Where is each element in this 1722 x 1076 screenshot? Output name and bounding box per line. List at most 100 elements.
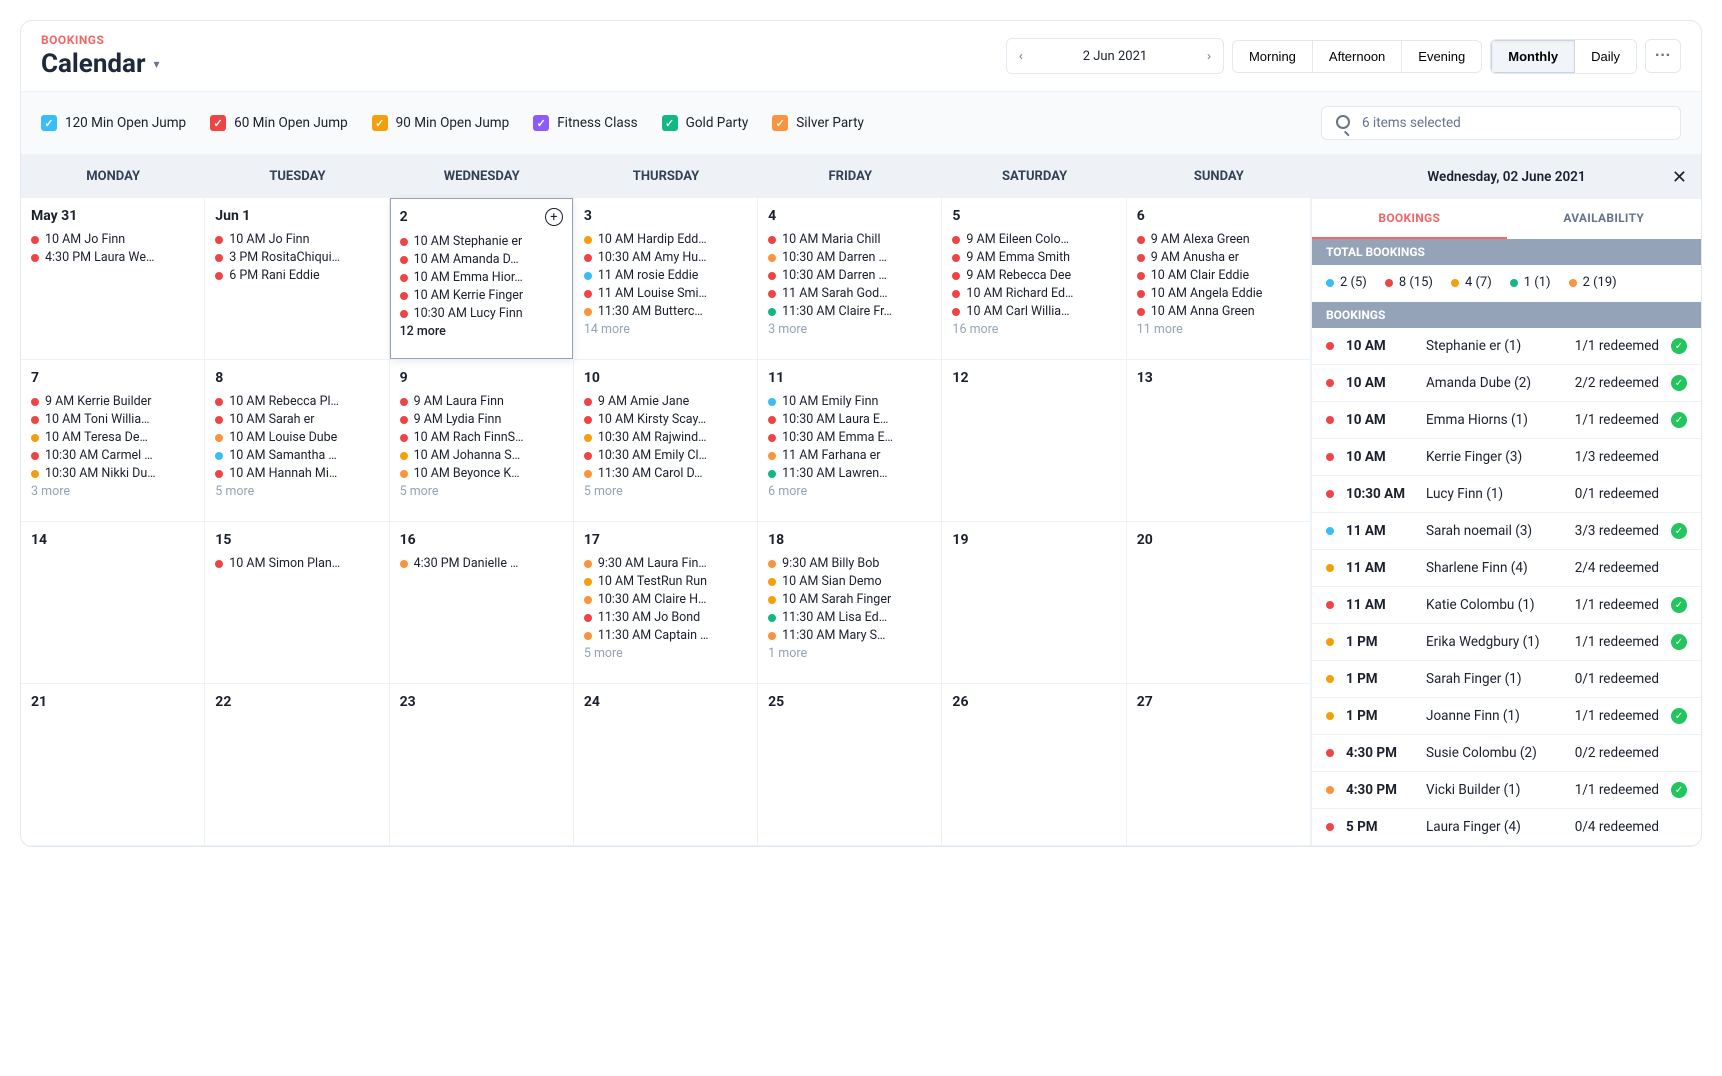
more-events-link[interactable]: 5 more — [584, 646, 747, 661]
calendar-cell[interactable]: 179:30 AM Laura Fin…10 AM TestRun Run10:… — [574, 522, 758, 684]
next-date-button[interactable]: › — [1195, 39, 1223, 73]
title-row[interactable]: Calendar ▾ — [41, 49, 160, 79]
calendar-cell[interactable]: 27 — [1127, 684, 1311, 846]
calendar-event[interactable]: 10 AM Sarah Finger — [768, 592, 931, 607]
more-events-link[interactable]: 5 more — [215, 484, 378, 499]
time-of-day-morning[interactable]: Morning — [1233, 41, 1313, 72]
calendar-event[interactable]: 10 AM Amanda D… — [400, 252, 563, 267]
close-icon[interactable]: ✕ — [1672, 167, 1687, 188]
calendar-event[interactable]: 10 AM TestRun Run — [584, 574, 747, 589]
view-mode-daily[interactable]: Daily — [1575, 40, 1636, 73]
more-events-link[interactable]: 6 more — [768, 484, 931, 499]
legend-item[interactable]: ✓60 Min Open Jump — [210, 115, 348, 131]
calendar-event[interactable]: 10 AM Richard Ed… — [952, 286, 1115, 301]
calendar-cell[interactable]: 26 — [942, 684, 1126, 846]
calendar-event[interactable]: 9:30 AM Laura Fin… — [584, 556, 747, 571]
calendar-event[interactable]: 10 AM Hardip Edd… — [584, 232, 747, 247]
calendar-event[interactable]: 10 AM Sarah er — [215, 412, 378, 427]
tab-availability[interactable]: AVAILABILITY — [1507, 199, 1702, 239]
calendar-event[interactable]: 11:30 AM Lisa Ed… — [768, 610, 931, 625]
booking-list[interactable]: 10 AMStephanie er (1)1/1 redeemed✓10 AMA… — [1312, 328, 1701, 846]
calendar-event[interactable]: 10:30 AM Rajwind… — [584, 430, 747, 445]
more-events-link[interactable]: 12 more — [400, 324, 563, 339]
booking-row[interactable]: 11 AMSharlene Finn (4)2/4 redeemed — [1312, 550, 1701, 587]
more-events-link[interactable]: 16 more — [952, 322, 1115, 337]
booking-row[interactable]: 1 PMErika Wedgbury (1)1/1 redeemed✓ — [1312, 624, 1701, 661]
legend-item[interactable]: ✓120 Min Open Jump — [41, 115, 186, 131]
calendar-event[interactable]: 11:30 AM Carol D… — [584, 466, 747, 481]
calendar-event[interactable]: 6 PM Rani Eddie — [215, 268, 378, 283]
booking-row[interactable]: 10 AMAmanda Dube (2)2/2 redeemed✓ — [1312, 365, 1701, 402]
booking-row[interactable]: 5 PMLaura Finger (4)0/4 redeemed — [1312, 809, 1701, 846]
calendar-event[interactable]: 10 AM Angela Eddie — [1137, 286, 1300, 301]
calendar-event[interactable]: 10 AM Simon Plan… — [215, 556, 378, 571]
booking-row[interactable]: 10 AMKerrie Finger (3)1/3 redeemed — [1312, 439, 1701, 476]
calendar-cell[interactable]: 410 AM Maria Chill10:30 AM Darren …10:30… — [758, 198, 942, 360]
calendar-event[interactable]: 9 AM Lydia Finn — [400, 412, 563, 427]
calendar-cell[interactable]: 23 — [390, 684, 574, 846]
calendar-event[interactable]: 10 AM Jo Finn — [215, 232, 378, 247]
calendar-event[interactable]: 11 AM Farhana er — [768, 448, 931, 463]
add-event-icon[interactable]: + — [545, 208, 563, 226]
filter-select[interactable]: 6 items selected — [1321, 106, 1681, 140]
booking-row[interactable]: 10 AMEmma Hiorns (1)1/1 redeemed✓ — [1312, 402, 1701, 439]
calendar-cell[interactable]: 164:30 PM Danielle … — [390, 522, 574, 684]
calendar-event[interactable]: 10 AM Rebecca Pl… — [215, 394, 378, 409]
calendar-event[interactable]: 10 AM Beyonce K… — [400, 466, 563, 481]
calendar-cell[interactable]: 20 — [1127, 522, 1311, 684]
calendar-event[interactable]: 9 AM Anusha er — [1137, 250, 1300, 265]
calendar-cell[interactable]: May 3110 AM Jo Finn4:30 PM Laura We… — [21, 198, 205, 360]
calendar-cell[interactable]: 12 — [942, 360, 1126, 522]
calendar-event[interactable]: 10 AM Maria Chill — [768, 232, 931, 247]
calendar-cell[interactable]: 810 AM Rebecca Pl…10 AM Sarah er10 AM Lo… — [205, 360, 389, 522]
legend-item[interactable]: ✓Silver Party — [772, 115, 864, 131]
calendar-cell[interactable]: 59 AM Eileen Colo…9 AM Emma Smith9 AM Re… — [942, 198, 1126, 360]
calendar-event[interactable]: 11:30 AM Butterc… — [584, 304, 747, 319]
calendar-event[interactable]: 10 AM Anna Green — [1137, 304, 1300, 319]
calendar-cell[interactable]: 310 AM Hardip Edd…10:30 AM Amy Hu…11 AM … — [574, 198, 758, 360]
more-events-link[interactable]: 1 more — [768, 646, 931, 661]
time-of-day-evening[interactable]: Evening — [1402, 41, 1481, 72]
calendar-event[interactable]: 10 AM Teresa De… — [31, 430, 194, 445]
calendar-event[interactable]: 11 AM rosie Eddie — [584, 268, 747, 283]
calendar-event[interactable]: 10 AM Emily Finn — [768, 394, 931, 409]
more-events-link[interactable]: 5 more — [584, 484, 747, 499]
calendar-event[interactable]: 9 AM Rebecca Dee — [952, 268, 1115, 283]
more-events-link[interactable]: 11 more — [1137, 322, 1300, 337]
calendar-cell[interactable]: 14 — [21, 522, 205, 684]
calendar-event[interactable]: 10 AM Hannah Mi… — [215, 466, 378, 481]
legend-item[interactable]: ✓90 Min Open Jump — [372, 115, 510, 131]
calendar-cell[interactable]: 19 — [942, 522, 1126, 684]
calendar-event[interactable]: 10 AM Kerrie Finger — [400, 288, 563, 303]
booking-row[interactable]: 11 AMKatie Colombu (1)1/1 redeemed✓ — [1312, 587, 1701, 624]
calendar-cell[interactable]: Jun 110 AM Jo Finn3 PM RositaChiqui…6 PM… — [205, 198, 389, 360]
calendar-cell[interactable]: 13 — [1127, 360, 1311, 522]
booking-row[interactable]: 1 PMJoanne Finn (1)1/1 redeemed✓ — [1312, 698, 1701, 735]
calendar-event[interactable]: 10:30 AM Amy Hu… — [584, 250, 747, 265]
calendar-event[interactable]: 11 AM Louise Smi… — [584, 286, 747, 301]
calendar-event[interactable]: 10:30 AM Lucy Finn — [400, 306, 563, 321]
calendar-event[interactable]: 10:30 AM Emma E… — [768, 430, 931, 445]
calendar-event[interactable]: 10 AM Johanna S… — [400, 448, 563, 463]
calendar-event[interactable]: 11:30 AM Jo Bond — [584, 610, 747, 625]
more-menu-button[interactable]: ··· — [1645, 39, 1681, 73]
calendar-cell[interactable]: 2+10 AM Stephanie er10 AM Amanda D…10 AM… — [390, 198, 574, 360]
calendar-event[interactable]: 9 AM Alexa Green — [1137, 232, 1300, 247]
booking-row[interactable]: 1 PMSarah Finger (1)0/1 redeemed — [1312, 661, 1701, 698]
calendar-cell[interactable]: 22 — [205, 684, 389, 846]
calendar-event[interactable]: 9 AM Laura Finn — [400, 394, 563, 409]
tab-bookings[interactable]: BOOKINGS — [1312, 199, 1507, 239]
calendar-event[interactable]: 9:30 AM Billy Bob — [768, 556, 931, 571]
calendar-event[interactable]: 10 AM Jo Finn — [31, 232, 194, 247]
more-events-link[interactable]: 3 more — [31, 484, 194, 499]
calendar-event[interactable]: 10 AM Kirsty Scay… — [584, 412, 747, 427]
calendar-event[interactable]: 10:30 AM Darren … — [768, 268, 931, 283]
calendar-event[interactable]: 10 AM Samantha … — [215, 448, 378, 463]
calendar-event[interactable]: 4:30 PM Danielle … — [400, 556, 563, 571]
calendar-event[interactable]: 10 AM Emma Hior… — [400, 270, 563, 285]
more-events-link[interactable]: 3 more — [768, 322, 931, 337]
calendar-event[interactable]: 10 AM Louise Dube — [215, 430, 378, 445]
calendar-cell[interactable]: 109 AM Amie Jane10 AM Kirsty Scay…10:30 … — [574, 360, 758, 522]
calendar-cell[interactable]: 189:30 AM Billy Bob10 AM Sian Demo10 AM … — [758, 522, 942, 684]
calendar-event[interactable]: 10 AM Toni Willia… — [31, 412, 194, 427]
